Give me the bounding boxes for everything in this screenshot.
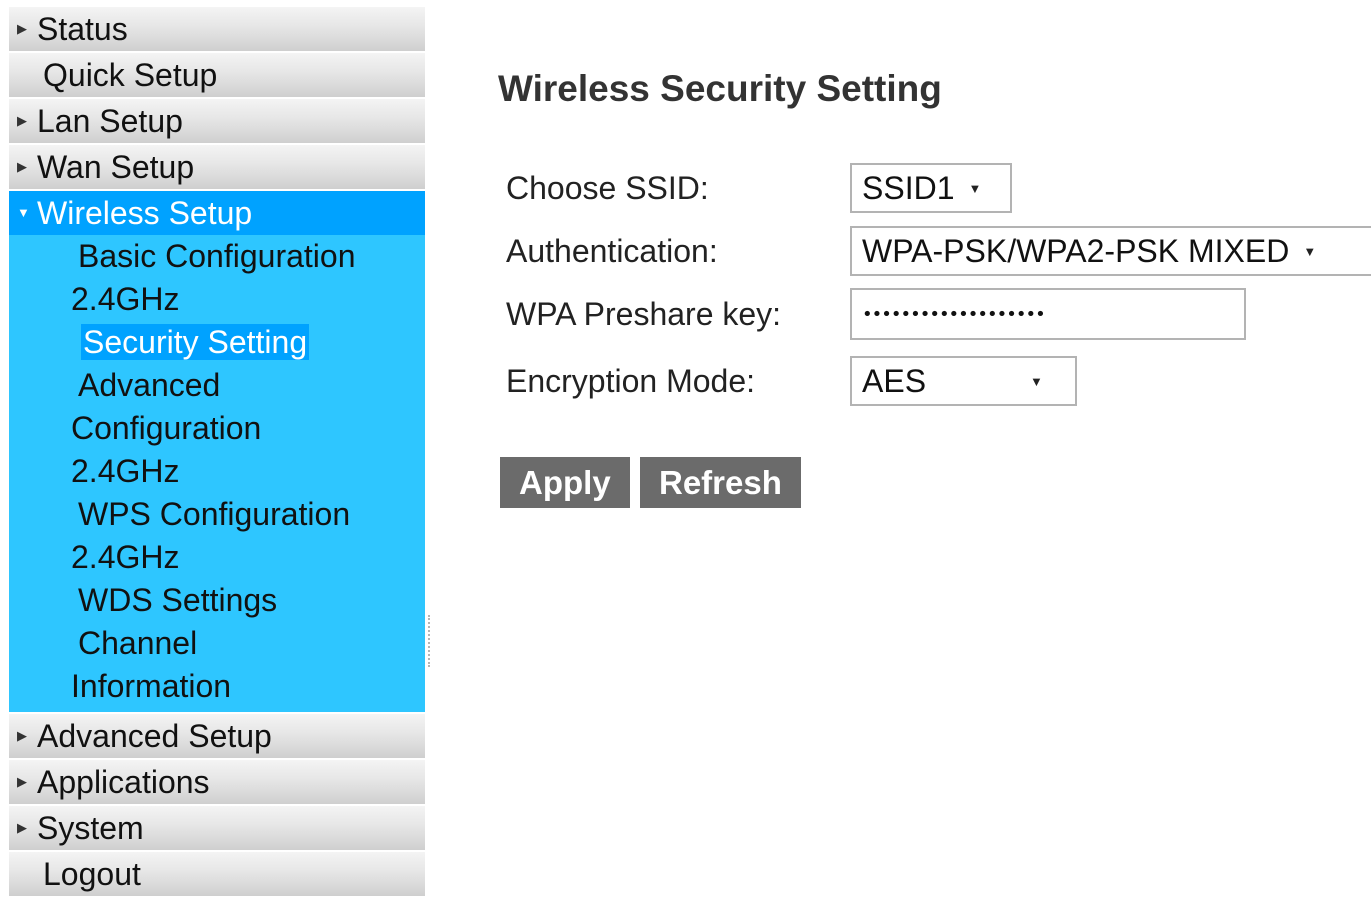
submenu-label: 2.4GHz <box>71 281 180 317</box>
submenu-label: Channel <box>78 625 198 661</box>
menu-item-logout[interactable]: Logout <box>9 852 425 896</box>
wireless-submenu: Basic Configuration 2.4GHz Security Sett… <box>9 235 425 712</box>
form-row-ssid: Choose SSID: SSID1 ▼ <box>506 162 1012 214</box>
encryption-mode-label: Encryption Mode: <box>506 362 756 399</box>
menu-item-lan-setup[interactable]: ▶ Lan Setup <box>9 99 425 143</box>
encryption-mode-select[interactable]: AES ▼ <box>850 356 1077 406</box>
authentication-value: WPA-PSK/WPA2-PSK MIXED <box>862 232 1290 269</box>
triangle-down-icon: ▼ <box>17 205 30 220</box>
menu-item-advanced-setup[interactable]: ▶ Advanced Setup <box>9 714 425 758</box>
menu-item-system[interactable]: ▶ System <box>9 806 425 850</box>
triangle-right-icon: ▶ <box>17 774 27 789</box>
submenu-channel-information[interactable]: Channel Information <box>9 622 425 708</box>
menu-item-label: Quick Setup <box>43 57 218 93</box>
menu-item-status[interactable]: ▶ Status <box>9 7 425 51</box>
menu-item-label: Applications <box>37 764 210 800</box>
sidebar-menu: ▶ Status Quick Setup ▶ Lan Setup ▶ Wan S… <box>9 7 425 897</box>
submenu-label: Basic Configuration <box>78 238 356 274</box>
menu-item-quick-setup[interactable]: Quick Setup <box>9 53 425 97</box>
ssid-value: SSID1 <box>862 169 955 206</box>
submenu-label: Advanced <box>78 367 221 403</box>
submenu-label: Configuration <box>71 410 262 446</box>
triangle-right-icon: ▶ <box>17 820 27 835</box>
menu-item-label: System <box>37 810 144 846</box>
ssid-label: Choose SSID: <box>506 169 709 206</box>
submenu-label: 2.4GHz <box>71 539 180 575</box>
submenu-label: WDS Settings <box>78 582 278 618</box>
form-row-authentication: Authentication: WPA-PSK/WPA2-PSK MIXED ▼ <box>506 225 1371 277</box>
triangle-right-icon: ▶ <box>17 159 27 174</box>
apply-button[interactable]: Apply <box>500 457 630 508</box>
authentication-select[interactable]: WPA-PSK/WPA2-PSK MIXED ▼ <box>850 226 1371 276</box>
menu-item-label: Logout <box>43 856 141 892</box>
refresh-button[interactable]: Refresh <box>640 457 801 508</box>
menu-item-label: Wan Setup <box>37 149 195 185</box>
menu-item-label: Status <box>37 11 128 47</box>
chevron-down-icon: ▼ <box>1030 373 1043 389</box>
chevron-down-icon: ▼ <box>968 180 982 196</box>
preshare-key-label: WPA Preshare key: <box>506 295 782 332</box>
form-row-preshare-key: WPA Preshare key: <box>506 288 1246 340</box>
submenu-label: Security Setting <box>81 324 310 360</box>
frame-splitter-handle[interactable] <box>428 615 432 667</box>
submenu-wds-settings[interactable]: WDS Settings <box>9 579 425 622</box>
form-row-encryption: Encryption Mode: AES ▼ <box>506 355 1077 407</box>
authentication-label: Authentication: <box>506 232 718 269</box>
submenu-wps-configuration[interactable]: WPS Configuration 2.4GHz <box>9 493 425 579</box>
menu-item-label: Advanced Setup <box>37 718 272 754</box>
ssid-select[interactable]: SSID1 ▼ <box>850 163 1012 213</box>
submenu-label: Information <box>71 668 232 704</box>
submenu-security-setting[interactable]: Security Setting <box>9 321 425 364</box>
menu-item-label: Lan Setup <box>37 103 183 139</box>
triangle-right-icon: ▶ <box>17 728 27 743</box>
menu-item-wan-setup[interactable]: ▶ Wan Setup <box>9 145 425 189</box>
page-title: Wireless Security Setting <box>498 68 942 109</box>
menu-item-applications[interactable]: ▶ Applications <box>9 760 425 804</box>
submenu-label: WPS Configuration <box>78 496 351 532</box>
triangle-right-icon: ▶ <box>17 113 27 128</box>
chevron-down-icon: ▼ <box>1303 243 1317 259</box>
submenu-label: 2.4GHz <box>71 453 180 489</box>
submenu-basic-configuration[interactable]: Basic Configuration 2.4GHz <box>9 235 425 321</box>
encryption-mode-value: AES <box>862 362 927 399</box>
triangle-right-icon: ▶ <box>17 21 27 36</box>
menu-item-wireless-setup[interactable]: ▼ Wireless Setup <box>9 191 425 235</box>
menu-item-label: Wireless Setup <box>37 195 253 231</box>
preshare-key-input[interactable] <box>850 288 1246 340</box>
submenu-advanced-configuration[interactable]: Advanced Configuration 2.4GHz <box>9 364 425 493</box>
